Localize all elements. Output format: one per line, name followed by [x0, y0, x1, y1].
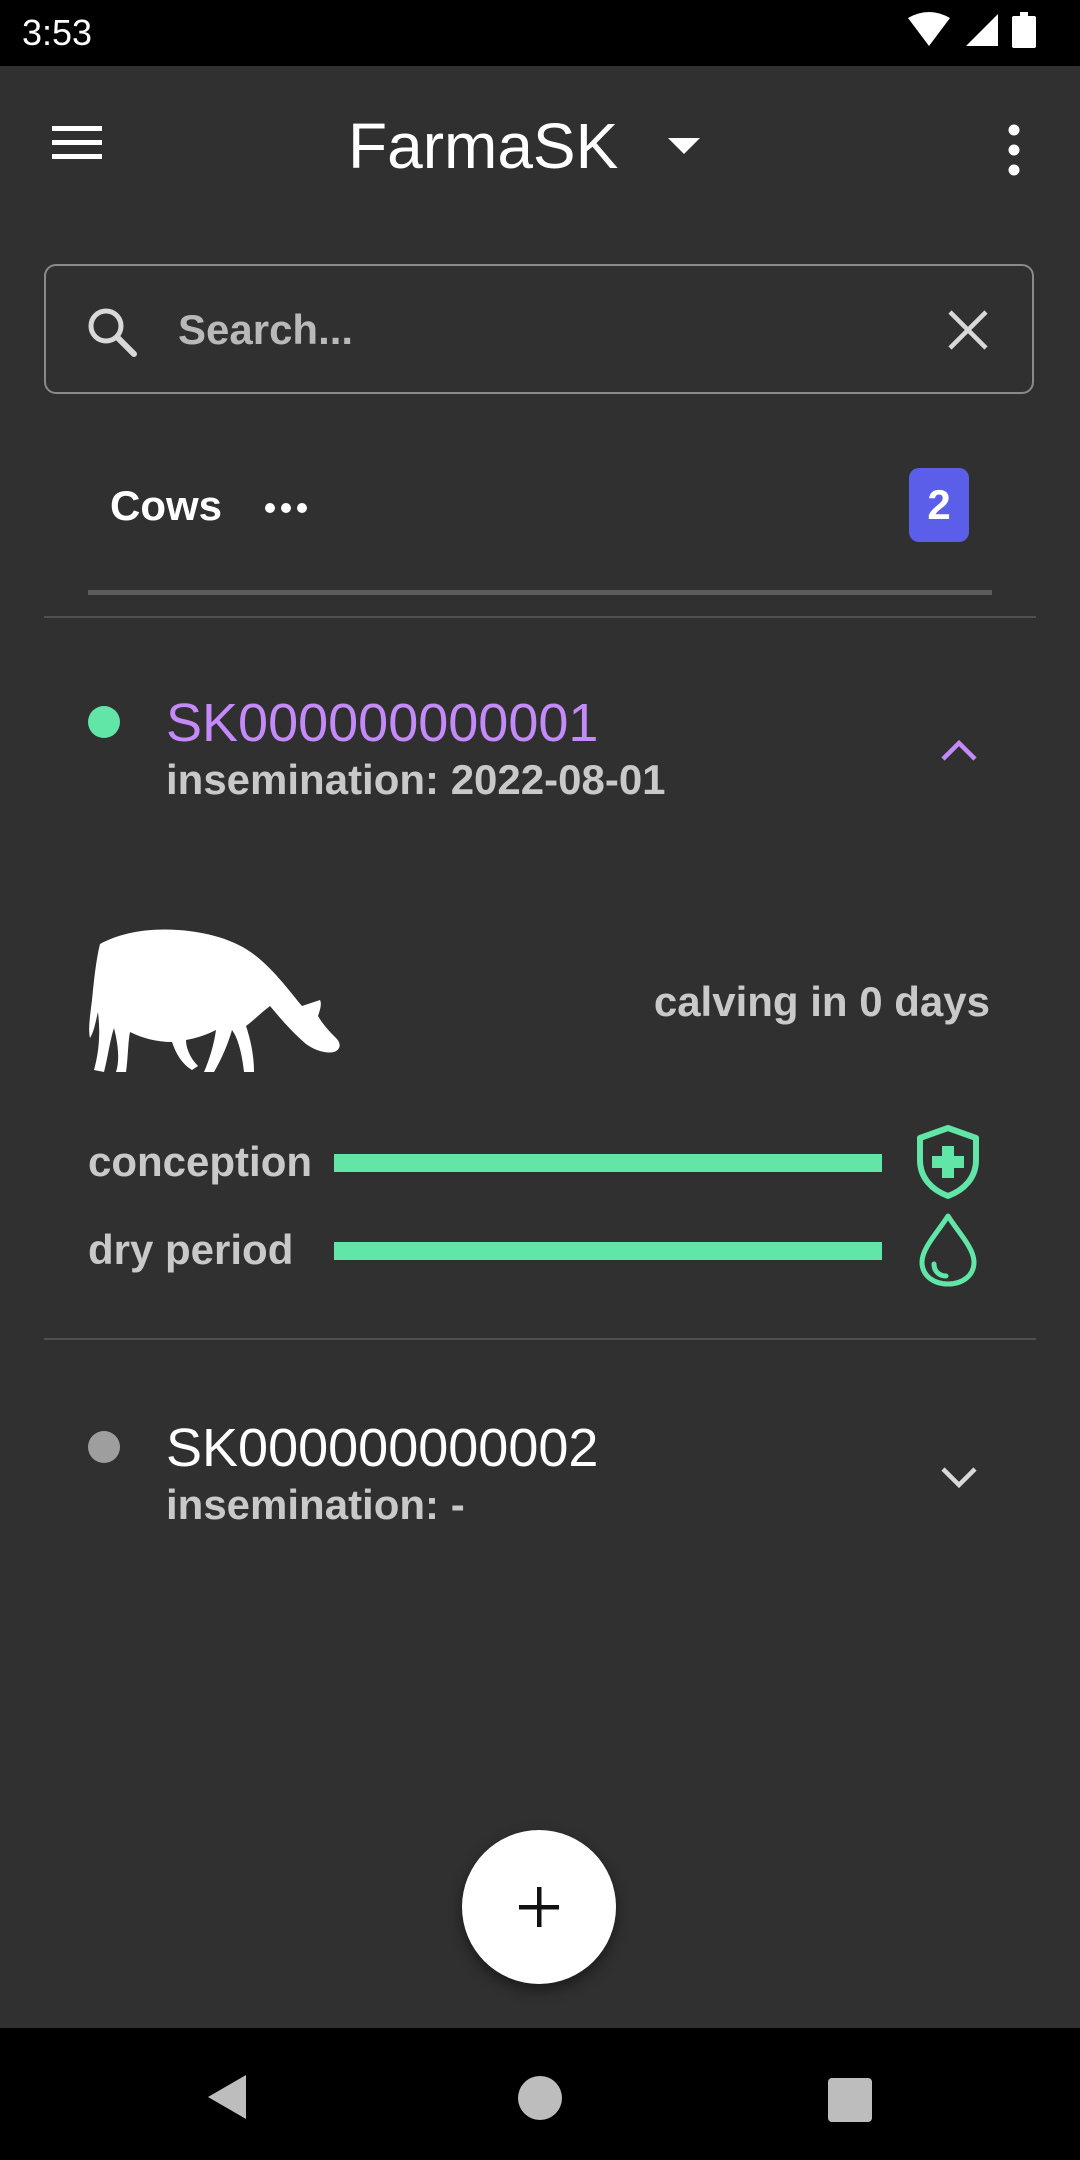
cow-insemination: insemination: -: [166, 1481, 465, 1528]
wifi-icon: [908, 12, 950, 46]
more-horiz-icon[interactable]: [262, 482, 310, 530]
search-box: [44, 264, 1034, 394]
menu-icon[interactable]: [44, 118, 110, 168]
add-cow-button[interactable]: [462, 1830, 616, 1984]
search-icon: [88, 308, 137, 357]
calving-countdown: calving in 0 days: [653, 978, 990, 1025]
chevron-up-icon[interactable]: [940, 738, 978, 762]
add-icon: [519, 1887, 559, 1927]
more-vert-icon[interactable]: [1000, 118, 1028, 182]
divider: [44, 1338, 1036, 1340]
status-time: 3:53: [22, 12, 93, 53]
water-drop-icon: [919, 1213, 977, 1287]
cow-list-item-2[interactable]: SK000000000002 insemination: -: [0, 1409, 1080, 1559]
cow-insemination: insemination: 2022-08-01: [166, 756, 666, 803]
cow-id: SK000000000001: [166, 693, 599, 753]
chevron-down-icon[interactable]: [940, 1465, 978, 1489]
app-title: FarmaSK: [348, 110, 619, 182]
tab-indicator: [88, 590, 992, 595]
status-dot: [88, 1431, 120, 1463]
dry-period-progress-fill: [334, 1242, 882, 1260]
app-bar: FarmaSK: [0, 66, 1080, 220]
dry-period-label: dry period: [88, 1226, 294, 1273]
cow-icon: [89, 929, 340, 1072]
cellular-signal-icon: [966, 14, 998, 46]
status-icons: [908, 12, 1058, 52]
dry-period-progress-bar: [334, 1242, 882, 1260]
conception-label: conception: [88, 1138, 313, 1185]
app-title-dropdown[interactable]: FarmaSK: [348, 106, 702, 186]
battery-icon: [1012, 12, 1036, 48]
conception-progress-bar: [334, 1154, 882, 1172]
home-icon[interactable]: [518, 2076, 562, 2120]
recents-icon[interactable]: [828, 2078, 872, 2122]
count-badge: 2: [909, 468, 969, 542]
shield-plus-icon: [917, 1125, 979, 1199]
section-header: Cows 2: [0, 460, 1080, 556]
back-icon[interactable]: [204, 2072, 250, 2122]
conception-progress-fill: [334, 1154, 882, 1172]
cow-list-item-1[interactable]: SK000000000001 insemination: 2022-08-01: [0, 684, 1080, 834]
divider: [44, 616, 1036, 618]
search-input[interactable]: [176, 294, 940, 366]
status-dot: [88, 706, 120, 738]
cow-id: SK000000000002: [166, 1418, 599, 1478]
close-icon[interactable]: [946, 308, 990, 352]
navigation-bar: [0, 2028, 1080, 2160]
section-title: Cows: [110, 482, 223, 529]
arrow-drop-down-icon: [668, 138, 701, 154]
status-bar: 3:53: [0, 0, 1080, 66]
